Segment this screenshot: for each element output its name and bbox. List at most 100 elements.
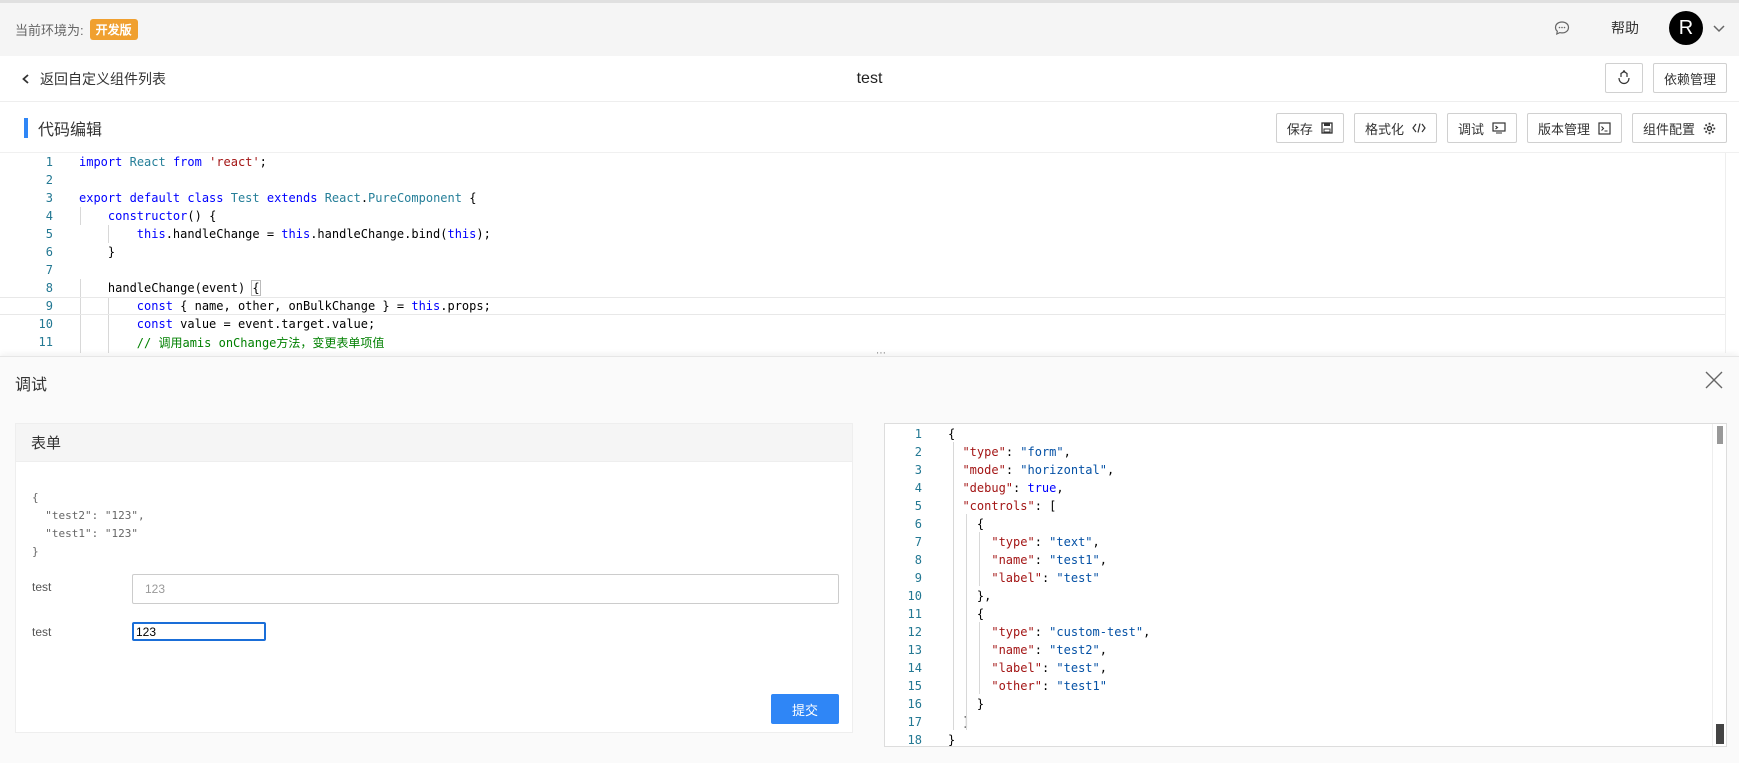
version-button[interactable]: 版本管理 [1526, 113, 1622, 143]
top-bar: 当前环境为: 开发版 帮助 R [0, 0, 1739, 56]
line-number: 2 [45, 173, 53, 187]
line-number: 8 [914, 553, 922, 567]
code-section-header: 代码编辑 保存 格式化 调试 版本管理 组件配置 [0, 103, 1739, 153]
json-text: "type": "text", [991, 535, 1100, 549]
code-text: constructor() { [107, 209, 217, 223]
config-button[interactable]: 组件配置 [1631, 113, 1727, 143]
schema-json-editor[interactable]: 1{2 "type": "form", 3 "mode": "horizontal… [884, 423, 1727, 747]
code-line: 4 constructor() { [0, 207, 1725, 225]
json-line: 5 "controls": [ [885, 497, 1713, 515]
json-line: 11 { [885, 605, 1713, 623]
format-button[interactable]: 格式化 [1353, 113, 1437, 143]
code-editor[interactable]: 1 import React from 'react'; 2 3 export de… [0, 153, 1739, 353]
line-number: 11 [38, 335, 53, 349]
indent-guide [953, 442, 954, 730]
form-debug-json: { "test2": "123", "test1": "123" } [32, 491, 145, 558]
section-title: 代码编辑 [38, 121, 103, 139]
sub-header: 返回自定义组件列表 test 依赖管理 [0, 56, 1739, 102]
line-number: 4 [45, 209, 53, 223]
deps-button[interactable]: 依赖管理 [1652, 63, 1727, 93]
chevron-down-icon[interactable] [1711, 20, 1727, 36]
back-to-list-link[interactable]: 返回自定义组件列表 [20, 69, 166, 89]
page-title: test [856, 69, 883, 87]
avatar[interactable]: R [1669, 11, 1703, 45]
indent-guide [966, 514, 967, 730]
json-text: "label": "test" [991, 571, 1100, 585]
save-icon [1321, 122, 1333, 134]
json-line: 10 }, [885, 587, 1713, 605]
close-icon[interactable] [1703, 369, 1725, 391]
json-text: }, [948, 589, 992, 603]
line-number: 8 [45, 281, 53, 295]
test2-custom-input[interactable]: 123 [132, 622, 266, 641]
json-text: "name": "test2", [991, 643, 1107, 657]
line-number: 6 [914, 517, 922, 531]
code-line: 3 export default class Test extends React… [0, 189, 1725, 207]
json-line: 16 } [885, 695, 1713, 713]
json-line: 13 "name": "test2", [885, 641, 1713, 659]
form-card-title: 表单 [16, 424, 852, 462]
json-line: 14 "label": "test", [885, 659, 1713, 677]
code-text: import React from 'react'; [79, 155, 267, 169]
debug-label: 调试 [1457, 121, 1484, 137]
json-scrollbar[interactable] [1712, 424, 1726, 746]
json-text: "controls": [ [962, 499, 1057, 513]
submit-button[interactable]: 提交 [771, 694, 839, 724]
line-number: 4 [914, 481, 922, 495]
json-scroll-thumb[interactable] [1717, 426, 1723, 444]
chevron-left-icon [22, 73, 29, 84]
json-line: 1{ [885, 425, 1713, 443]
json-line: 9 "label": "test" [885, 569, 1713, 587]
version-label: 版本管理 [1537, 121, 1590, 137]
line-number: 6 [45, 245, 53, 259]
line-number: 12 [907, 625, 922, 639]
refresh-icon [1618, 70, 1630, 85]
refresh-button[interactable] [1604, 63, 1643, 93]
debug-button[interactable]: 调试 [1446, 113, 1517, 143]
json-text: "name": "test1", [991, 553, 1107, 567]
code-line: 10 const value = event.target.value; [0, 315, 1725, 333]
code-line: 2 [0, 171, 1725, 189]
help-link[interactable]: 帮助 [1611, 18, 1639, 38]
json-line: 2 "type": "form", [885, 443, 1713, 461]
code-line: 6 } [0, 243, 1725, 261]
line-number: 3 [914, 463, 922, 477]
json-line: 4 "debug": true, [885, 479, 1713, 497]
line-number: 2 [914, 445, 922, 459]
json-text: } [948, 733, 956, 747]
json-line: 7 "type": "text", [885, 533, 1713, 551]
code-line: 8 handleChange(event) { [0, 279, 1725, 297]
env-label: 当前环境为: [15, 23, 84, 38]
json-line: 15 "other": "test1" [885, 677, 1713, 695]
line-number: 3 [45, 191, 53, 205]
json-line: 8 "name": "test1", [885, 551, 1713, 569]
code-text: } [79, 245, 116, 259]
test1-input[interactable]: 123 [132, 574, 839, 604]
line-number: 9 [914, 571, 922, 585]
json-text: "mode": "horizontal", [962, 463, 1115, 477]
code-line: 7 [0, 261, 1725, 279]
code-text: export default class Test extends React.… [79, 191, 477, 205]
back-link-label: 返回自定义组件列表 [40, 70, 166, 87]
code-line-current: 9 const { name, other, onBulkChange } = … [0, 297, 1725, 315]
monitor-icon [1492, 122, 1506, 134]
debug-panel-title: 调试 [15, 377, 48, 394]
json-line: 18} [885, 731, 1713, 747]
code-text: const { name, other, onBulkChange } = th… [136, 299, 491, 313]
form-preview-card: 表单 { "test2": "123", "test1": "123" } te… [15, 423, 853, 733]
save-label: 保存 [1286, 121, 1313, 137]
line-number: 9 [45, 299, 53, 313]
env-badge: 开发版 [89, 19, 138, 40]
line-number: 11 [907, 607, 922, 621]
indent-guide [979, 622, 980, 694]
topbar-right: 帮助 R [1553, 11, 1727, 45]
line-number: 14 [907, 661, 922, 675]
line-number: 10 [38, 317, 53, 331]
line-number: 10 [907, 589, 922, 603]
save-button[interactable]: 保存 [1275, 113, 1344, 143]
chat-icon[interactable] [1553, 19, 1571, 37]
terminal-icon [1598, 121, 1611, 135]
line-number: 1 [45, 155, 53, 169]
editor-scrollbar[interactable] [1725, 153, 1739, 353]
line-number: 13 [907, 643, 922, 657]
